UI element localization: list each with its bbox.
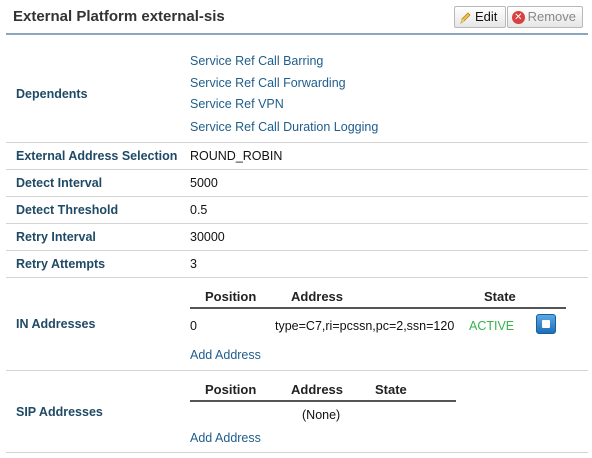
sip-empty-text: (None) [302,408,341,422]
in-address-position: 0 [190,319,197,333]
column-header-state: State [375,382,407,397]
dependent-link[interactable]: Service Ref Call Barring [190,54,323,68]
detect-interval-label: Detect Interval [16,176,103,190]
edit-button[interactable]: Edit [454,6,506,28]
external-platform-page: External Platform external-sis Edit ✕ Re… [0,0,592,458]
dependent-link[interactable]: Service Ref Call Duration Logging [190,120,378,134]
row-divider [6,196,588,197]
sip-addresses-label: SIP Addresses [16,405,103,419]
column-header-state: State [484,289,516,304]
stop-address-button[interactable] [536,314,556,334]
remove-button[interactable]: ✕ Remove [507,6,583,28]
remove-button-label: Remove [527,9,576,24]
row-divider [6,452,588,453]
row-divider [6,169,588,170]
row-divider [6,142,588,143]
pencil-icon [459,10,472,24]
row-divider [6,370,588,371]
in-address-value: type=C7,ri=pcssn,pc=2,ssn=120 [275,319,455,333]
in-address-state: ACTIVE [469,319,515,333]
in-addresses-label: IN Addresses [16,317,96,331]
row-divider [6,223,588,224]
detect-threshold-value: 0.5 [190,203,208,217]
retry-interval-value: 30000 [190,230,225,244]
column-header-address: Address [291,382,344,397]
row-divider [6,277,588,278]
dependent-link[interactable]: Service Ref Call Forwarding [190,76,346,90]
address-selection-label: External Address Selection [16,149,178,163]
in-add-address-link[interactable]: Add Address [190,348,261,362]
retry-interval-label: Retry Interval [16,230,96,244]
column-header-address: Address [291,289,344,304]
detect-threshold-label: Detect Threshold [16,203,119,217]
detect-interval-value: 5000 [190,176,218,190]
dependent-link[interactable]: Service Ref VPN [190,97,284,111]
x-circle-icon: ✕ [512,10,525,24]
sip-add-address-link[interactable]: Add Address [190,431,261,445]
column-header-position: Position [205,289,257,304]
retry-attempts-label: Retry Attempts [16,257,106,271]
edit-button-label: Edit [475,9,498,24]
address-selection-value: ROUND_ROBIN [190,149,283,163]
retry-attempts-value: 3 [190,257,197,271]
table-header-rule [190,400,456,402]
header-divider [6,33,588,35]
row-divider [6,250,588,251]
stop-icon [542,320,550,328]
column-header-position: Position [205,382,257,397]
dependents-label: Dependents [16,87,88,101]
table-header-rule [190,307,566,309]
page-title: External Platform external-sis [13,8,225,25]
